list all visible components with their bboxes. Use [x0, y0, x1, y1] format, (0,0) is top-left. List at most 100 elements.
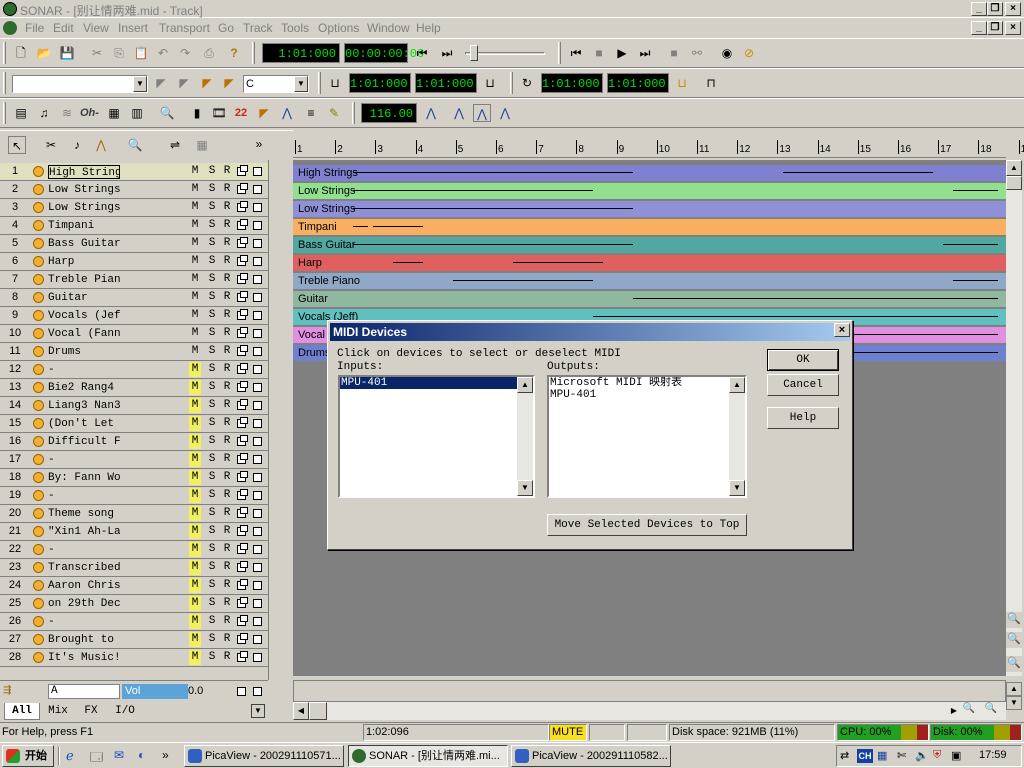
clip[interactable]: Timpani — [293, 219, 1006, 235]
track-output-icon[interactable] — [253, 293, 262, 302]
redo-icon[interactable]: ↷ — [176, 44, 194, 62]
solo-button[interactable]: S — [206, 524, 218, 539]
fx-bin-icon[interactable] — [237, 165, 248, 176]
stop-icon[interactable]: ■ — [590, 44, 608, 62]
select-from-icon[interactable]: ⊔ — [326, 74, 344, 92]
solo-button[interactable]: S — [206, 218, 218, 233]
track-output-icon[interactable] — [253, 167, 262, 176]
track-name[interactable]: Vocals (Jeff — [48, 309, 120, 323]
track-name[interactable]: Low Strings — [48, 183, 120, 197]
bus-volume-label[interactable]: Vol — [122, 684, 188, 699]
track-number[interactable]: 1 — [0, 163, 30, 180]
track-row[interactable]: 27 Brought to y MSR — [0, 631, 268, 649]
piano-roll-icon[interactable]: ▥ — [128, 104, 146, 122]
track-name[interactable]: Bie2 Rang4 Q — [48, 381, 120, 395]
mute-button[interactable]: M — [189, 326, 201, 341]
track-name[interactable]: Vocal (Fann — [48, 327, 120, 341]
scroll-up-icon[interactable]: ▲ — [517, 377, 533, 393]
outputs-listbox[interactable]: Microsoft MIDI 映射表 MPU-401 ▲ ▼ — [547, 375, 747, 498]
audio-engine-icon[interactable]: ◉ — [718, 44, 736, 62]
mute-button[interactable]: M — [189, 254, 201, 269]
mute-button[interactable]: M — [189, 578, 201, 593]
solo-button[interactable]: S — [206, 182, 218, 197]
rewind-marker-icon[interactable]: ⏮ — [413, 44, 431, 62]
video-icon[interactable]: 🎞 — [210, 104, 228, 122]
mute-button[interactable]: M — [189, 344, 201, 359]
thru-time-display[interactable]: 1:01:000 — [415, 73, 477, 93]
solo-button[interactable]: S — [206, 308, 218, 323]
time-ruler[interactable]: 12345678910111213141516171819 — [293, 140, 1024, 158]
mute-button[interactable]: M — [189, 434, 201, 449]
record-arm-button[interactable]: R — [221, 614, 233, 629]
output-device-item[interactable]: MPU-401 — [549, 389, 745, 401]
track-row[interactable]: 13 Bie2 Rang4 Q MSR — [0, 379, 268, 397]
start-button[interactable]: 开始 — [2, 745, 54, 767]
record-auto-icon[interactable]: ⚯ — [688, 44, 706, 62]
record-arm-button[interactable]: R — [221, 506, 233, 521]
track-name[interactable]: Bass Guitar — [48, 237, 120, 251]
dialog-close-icon[interactable]: × — [834, 323, 850, 337]
play-icon[interactable]: ▶ — [613, 44, 631, 62]
clip[interactable]: Bass Guitar — [293, 237, 1006, 253]
fx-bin-icon[interactable] — [237, 435, 248, 446]
record-arm-button[interactable]: R — [221, 380, 233, 395]
track-row[interactable]: 14 Liang3 Nan3 M S R — [0, 397, 268, 415]
keyboard-icon[interactable]: ▦ — [877, 749, 887, 762]
mute-button[interactable]: M — [189, 470, 201, 485]
fx-bin-icon[interactable] — [237, 543, 248, 554]
solo-button[interactable]: S — [206, 452, 218, 467]
mute-button[interactable]: M — [189, 560, 201, 575]
track-view-icon[interactable]: ▤ — [12, 104, 30, 122]
track-output-icon[interactable] — [253, 455, 262, 464]
go-end-icon[interactable]: ⏭ — [636, 44, 654, 62]
track-name[interactable]: Low Strings — [48, 201, 120, 215]
bus-vscroll[interactable]: ▲ ▼ — [1006, 680, 1022, 720]
track-name[interactable]: - — [48, 543, 120, 557]
track-output-icon[interactable] — [253, 257, 262, 266]
fx-bin-icon[interactable] — [237, 183, 248, 194]
outlook-icon[interactable]: ✉ — [114, 748, 130, 764]
track-output-icon[interactable] — [253, 617, 262, 626]
track-number[interactable]: 8 — [0, 289, 30, 306]
track-number[interactable]: 26 — [0, 613, 30, 630]
track-number[interactable]: 21 — [0, 523, 30, 540]
track-name[interactable]: Difficult F — [48, 435, 120, 449]
fx-bin-icon[interactable] — [237, 219, 248, 230]
track-name[interactable]: By: Fann Wor — [48, 471, 120, 485]
staff-view-icon[interactable]: ♫ — [35, 104, 53, 122]
minimize-icon[interactable]: _ — [971, 2, 987, 16]
fx-bin-icon[interactable] — [237, 381, 248, 392]
track-number[interactable]: 3 — [0, 199, 30, 216]
track-name[interactable]: (Don't Let I — [48, 417, 120, 431]
save-icon[interactable]: 💾 — [58, 44, 76, 62]
record-arm-button[interactable]: R — [221, 578, 233, 593]
track-output-icon[interactable] — [253, 581, 262, 590]
track-output-icon[interactable] — [253, 311, 262, 320]
solo-button[interactable]: S — [206, 416, 218, 431]
toolbar-grip[interactable] — [3, 42, 6, 64]
select-thru-icon[interactable]: ⊔ — [481, 74, 499, 92]
forward-marker-icon[interactable]: ⏭ — [438, 44, 456, 62]
solo-button[interactable]: S — [206, 632, 218, 647]
mute-button[interactable]: M — [189, 632, 201, 647]
track-name[interactable]: - — [48, 615, 120, 629]
open-folder-icon[interactable]: 📂 — [35, 44, 53, 62]
track-number[interactable]: 7 — [0, 271, 30, 288]
track-row[interactable]: 6 Harp M S R — [0, 253, 268, 271]
solo-button[interactable]: S — [206, 272, 218, 287]
fx-bin-icon[interactable] — [237, 525, 248, 536]
track-output-icon[interactable] — [253, 365, 262, 374]
track-name[interactable]: - — [48, 363, 120, 377]
record-arm-button[interactable]: R — [221, 416, 233, 431]
zoom-fit-icon[interactable]: 🔍 — [1006, 656, 1022, 672]
envelope-tool-icon[interactable]: ⋀ — [92, 136, 110, 154]
record-arm-button[interactable]: R — [221, 218, 233, 233]
doc-minimize-icon[interactable]: _ — [971, 21, 987, 35]
doc-icon[interactable] — [3, 21, 17, 35]
undo-icon[interactable]: ↶ — [154, 44, 172, 62]
track-row[interactable]: 3 Low Strings M S R — [0, 199, 268, 217]
inputs-scrollbar[interactable]: ▲ ▼ — [517, 377, 533, 496]
record-arm-button[interactable]: R — [221, 200, 233, 215]
mute-button[interactable]: M — [189, 182, 201, 197]
cancel-button[interactable]: Cancel — [767, 374, 839, 396]
